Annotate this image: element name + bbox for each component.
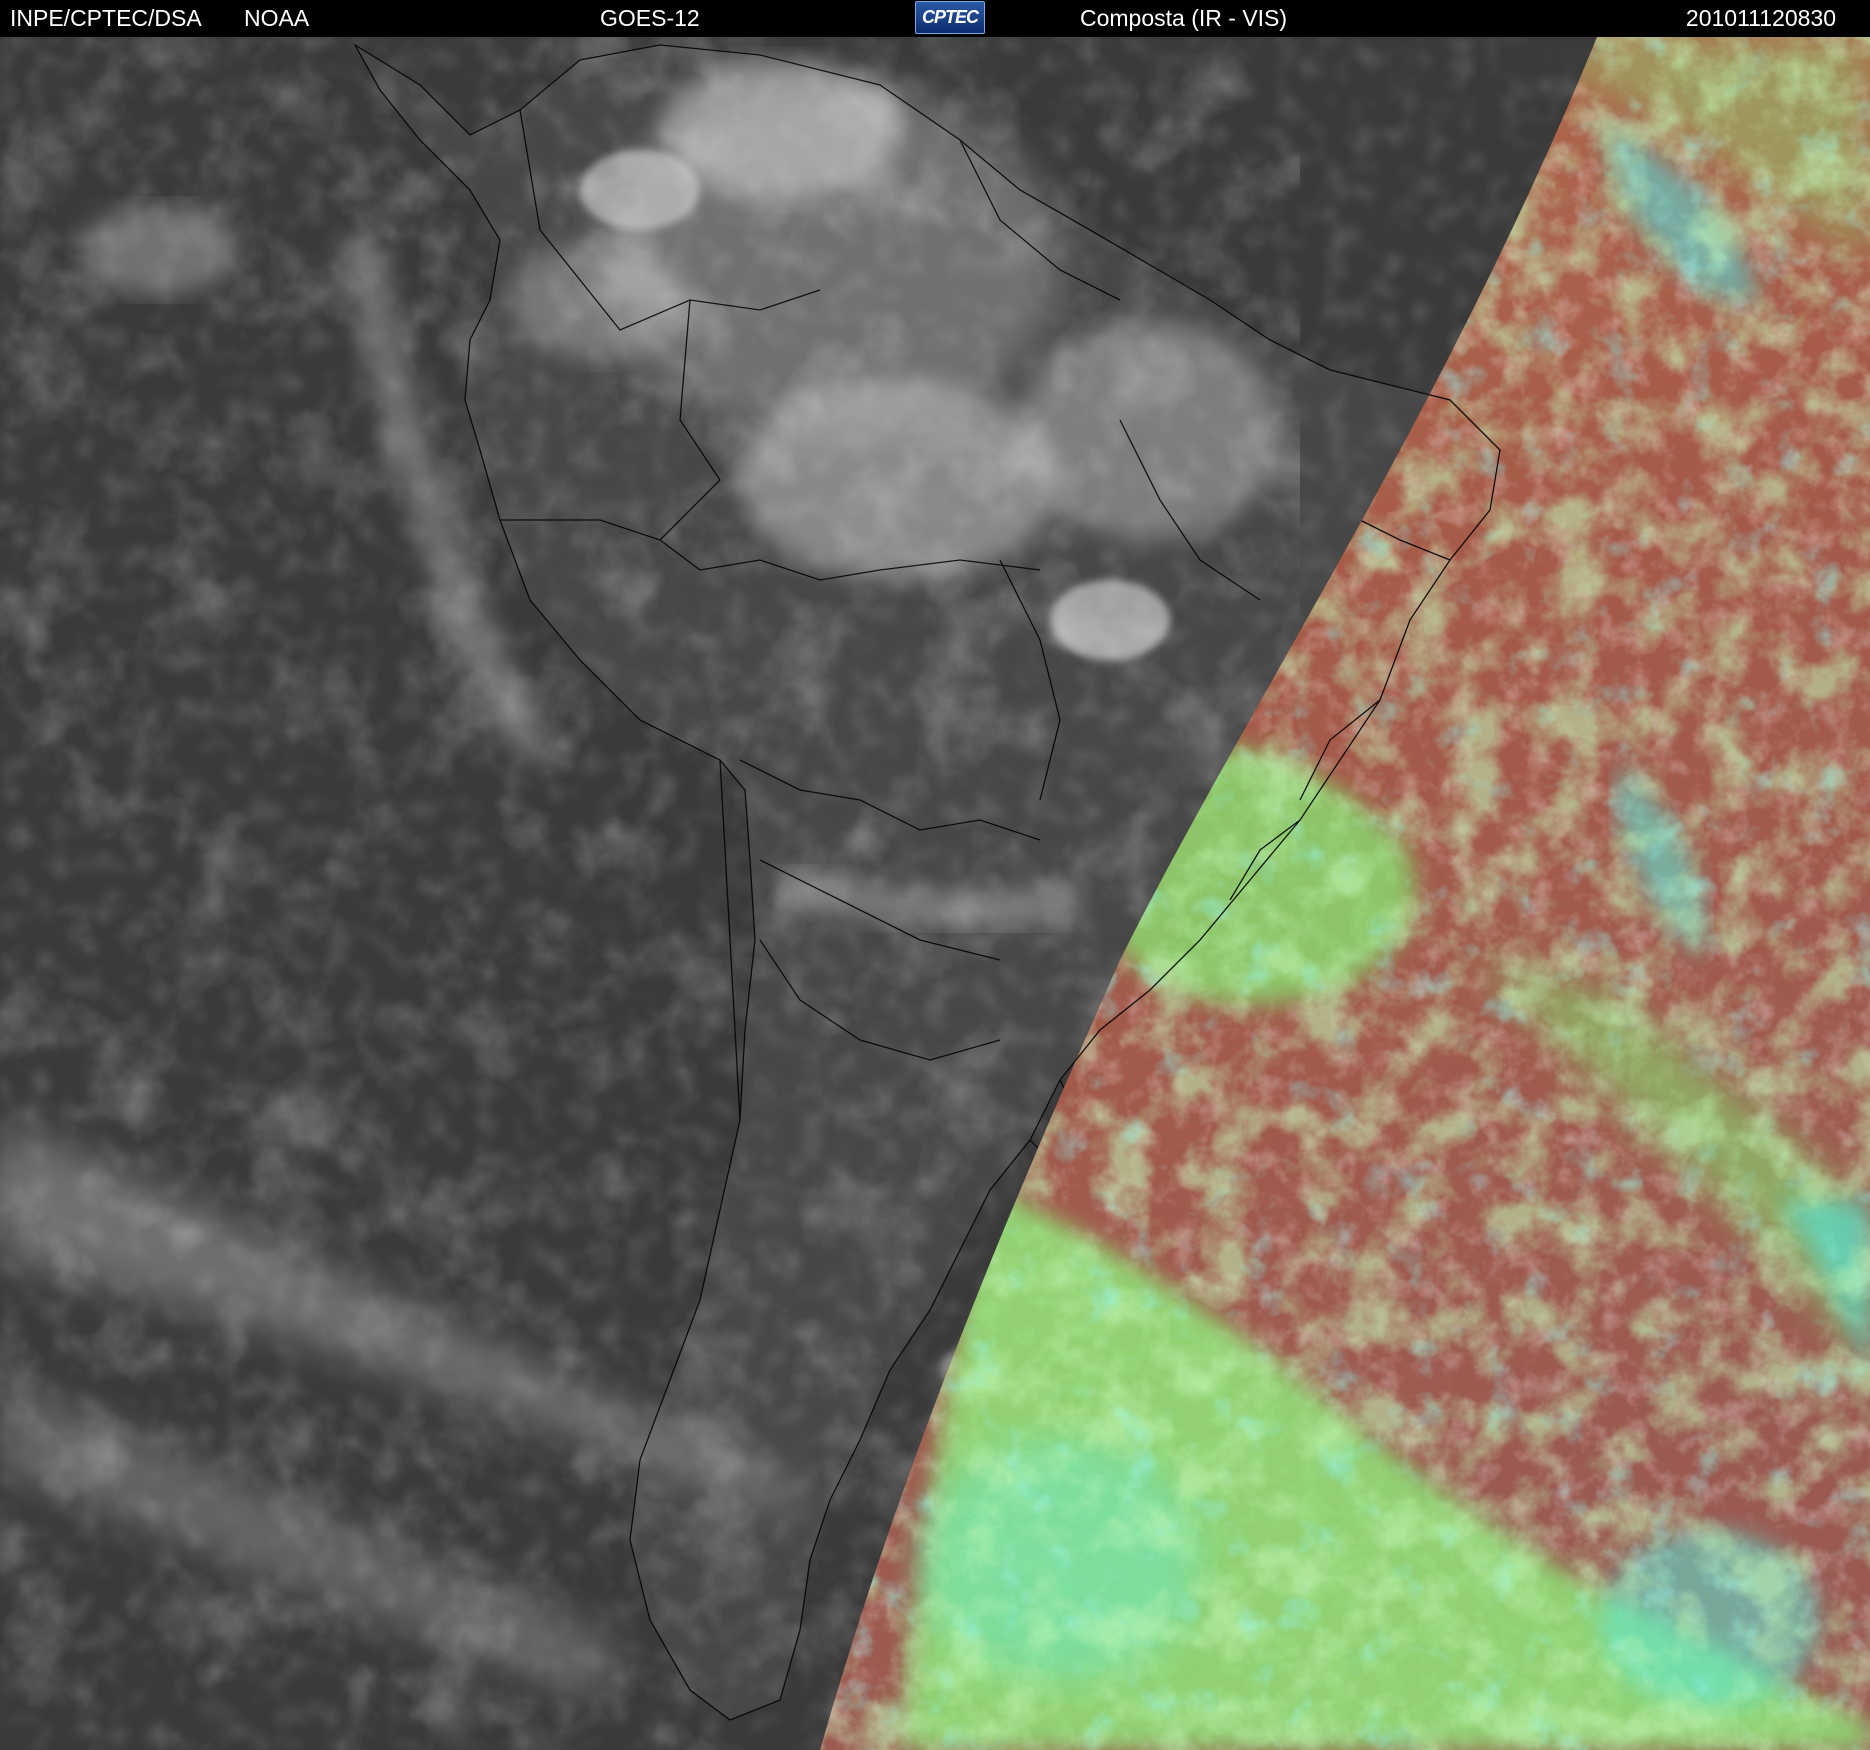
source-label: INPE/CPTEC/DSA — [10, 5, 202, 31]
cptec-logo: CPTEC — [915, 1, 985, 34]
satellite-label: GOES-12 — [600, 5, 700, 31]
satellite-image-viewer: INPE/CPTEC/DSA NOAA GOES-12 CPTEC Compos… — [0, 0, 1870, 1750]
agency-label: NOAA — [244, 5, 310, 31]
timestamp-label: 201011120830 — [1685, 5, 1836, 31]
satellite-map — [0, 37, 1870, 1750]
logo-text: CPTEC — [921, 7, 979, 27]
product-label: Composta (IR - VIS) — [1080, 5, 1288, 31]
image-header-bar: INPE/CPTEC/DSA NOAA GOES-12 CPTEC Compos… — [0, 0, 1870, 37]
